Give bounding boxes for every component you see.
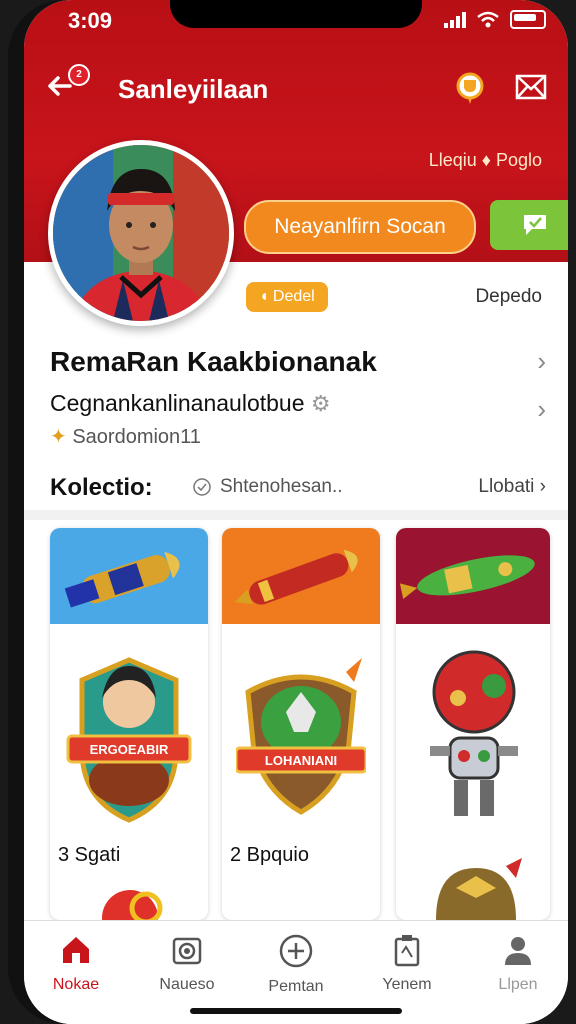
clipboard-icon bbox=[394, 935, 420, 967]
collection-more-link[interactable]: Llobati › bbox=[478, 476, 546, 498]
person-icon bbox=[505, 937, 531, 965]
tab-label: Yenem bbox=[382, 976, 432, 993]
card-count: 2 Bpquio bbox=[230, 844, 309, 866]
notification-badge: 2 bbox=[68, 64, 90, 86]
tab-label: Naueso bbox=[159, 976, 215, 993]
chat-button[interactable] bbox=[490, 200, 568, 250]
profile-subtitle: Cegnankanlinanaulotbue ⚙ bbox=[50, 390, 331, 417]
status-badge: ◖ Dedel bbox=[246, 282, 328, 312]
chat-icon bbox=[524, 215, 546, 235]
profile-right-label[interactable]: Depedo bbox=[475, 286, 542, 308]
profile-tag-text: Saordomion11 bbox=[72, 426, 201, 448]
signal-icon bbox=[444, 11, 466, 28]
primary-action-button[interactable]: Neayanlfirn Socan bbox=[244, 200, 476, 254]
phone-frame: 3:09 2 Sanleyiilaan Lleqiu ♦ Poglo Neaya… bbox=[8, 0, 568, 1024]
tab-create[interactable]: Pemtan bbox=[246, 933, 346, 996]
wifi-icon bbox=[477, 11, 499, 27]
chevron-right-icon[interactable]: › bbox=[537, 394, 546, 425]
chevron-right-icon[interactable]: › bbox=[537, 346, 546, 377]
robot-helmet-icon bbox=[436, 858, 522, 920]
tab-clipboard[interactable]: Yenem bbox=[357, 933, 457, 994]
tab-label: Llpen bbox=[498, 976, 538, 993]
check-circle-icon bbox=[193, 478, 211, 496]
collection-card[interactable]: LOHANIANI 2 Bpquio bbox=[222, 528, 380, 920]
card-banner bbox=[396, 528, 550, 624]
rocket-icon bbox=[64, 551, 180, 608]
tab-label: Pemtan bbox=[268, 978, 324, 995]
tab-camera[interactable]: Naueso bbox=[137, 933, 237, 994]
camera-icon bbox=[172, 937, 202, 965]
avatar-portrait bbox=[53, 145, 229, 321]
tab-profile[interactable]: Llpen bbox=[468, 933, 568, 994]
badge-label: Dedel bbox=[272, 288, 315, 305]
rocket-icon bbox=[234, 549, 358, 605]
robot-icon bbox=[430, 650, 518, 816]
collection-more-label: Llobati bbox=[478, 476, 535, 497]
collection-title: Kolectio: bbox=[50, 474, 153, 501]
card-banner bbox=[222, 528, 380, 624]
card-shield-text: LOHANIANI bbox=[265, 753, 337, 768]
mail-button[interactable] bbox=[514, 70, 550, 106]
avatar[interactable] bbox=[48, 140, 234, 326]
battery-icon bbox=[510, 10, 546, 29]
shield-emblem-icon: ERGOEABIR bbox=[66, 657, 192, 823]
collection-search[interactable]: Shtenohesan.. bbox=[192, 476, 343, 498]
section-divider bbox=[24, 510, 568, 520]
card-banner bbox=[50, 528, 208, 624]
card-shield-text: ERGOEABIR bbox=[90, 742, 169, 757]
puzzle-icon: ⚙ bbox=[310, 391, 331, 416]
mail-icon bbox=[515, 74, 547, 100]
trophy-button[interactable] bbox=[452, 70, 488, 106]
tab-label: Nokae bbox=[52, 976, 100, 993]
plus-circle-icon bbox=[279, 934, 313, 968]
collection-card[interactable] bbox=[396, 528, 550, 920]
creature-icon bbox=[102, 890, 163, 920]
profile-subtitle-text: Cegnankanlinanaulotbue bbox=[50, 390, 305, 416]
collection-card[interactable]: ERGOEABIR 3 Sgati bbox=[50, 528, 208, 920]
sparkle-icon: ✦ bbox=[50, 426, 67, 448]
status-icons bbox=[444, 10, 546, 29]
profile-name: RemaRan Kaakbionanak bbox=[50, 346, 377, 377]
shield-emblem-icon: LOHANIANI bbox=[236, 658, 366, 815]
card-count: 3 Sgati bbox=[58, 844, 121, 866]
notch bbox=[170, 0, 422, 28]
home-indicator bbox=[190, 1008, 402, 1014]
collection-search-text: Shtenohesan.. bbox=[220, 476, 343, 497]
tab-home[interactable]: Nokae bbox=[26, 933, 126, 994]
rocket-icon bbox=[399, 555, 535, 600]
page-title: Sanleyiilaan bbox=[118, 74, 269, 104]
app-screen: 3:09 2 Sanleyiilaan Lleqiu ♦ Poglo Neaya… bbox=[24, 0, 568, 1024]
profile-tag: ✦ Saordomion11 bbox=[50, 424, 201, 449]
status-time: 3:09 bbox=[68, 8, 113, 33]
home-icon bbox=[63, 937, 89, 963]
badge-dot-icon: ◖ bbox=[259, 288, 269, 305]
trophy-icon bbox=[456, 72, 484, 104]
chevron-right-icon: › bbox=[539, 476, 546, 497]
meta-link[interactable]: Lleqiu ♦ Poglo bbox=[429, 150, 542, 171]
